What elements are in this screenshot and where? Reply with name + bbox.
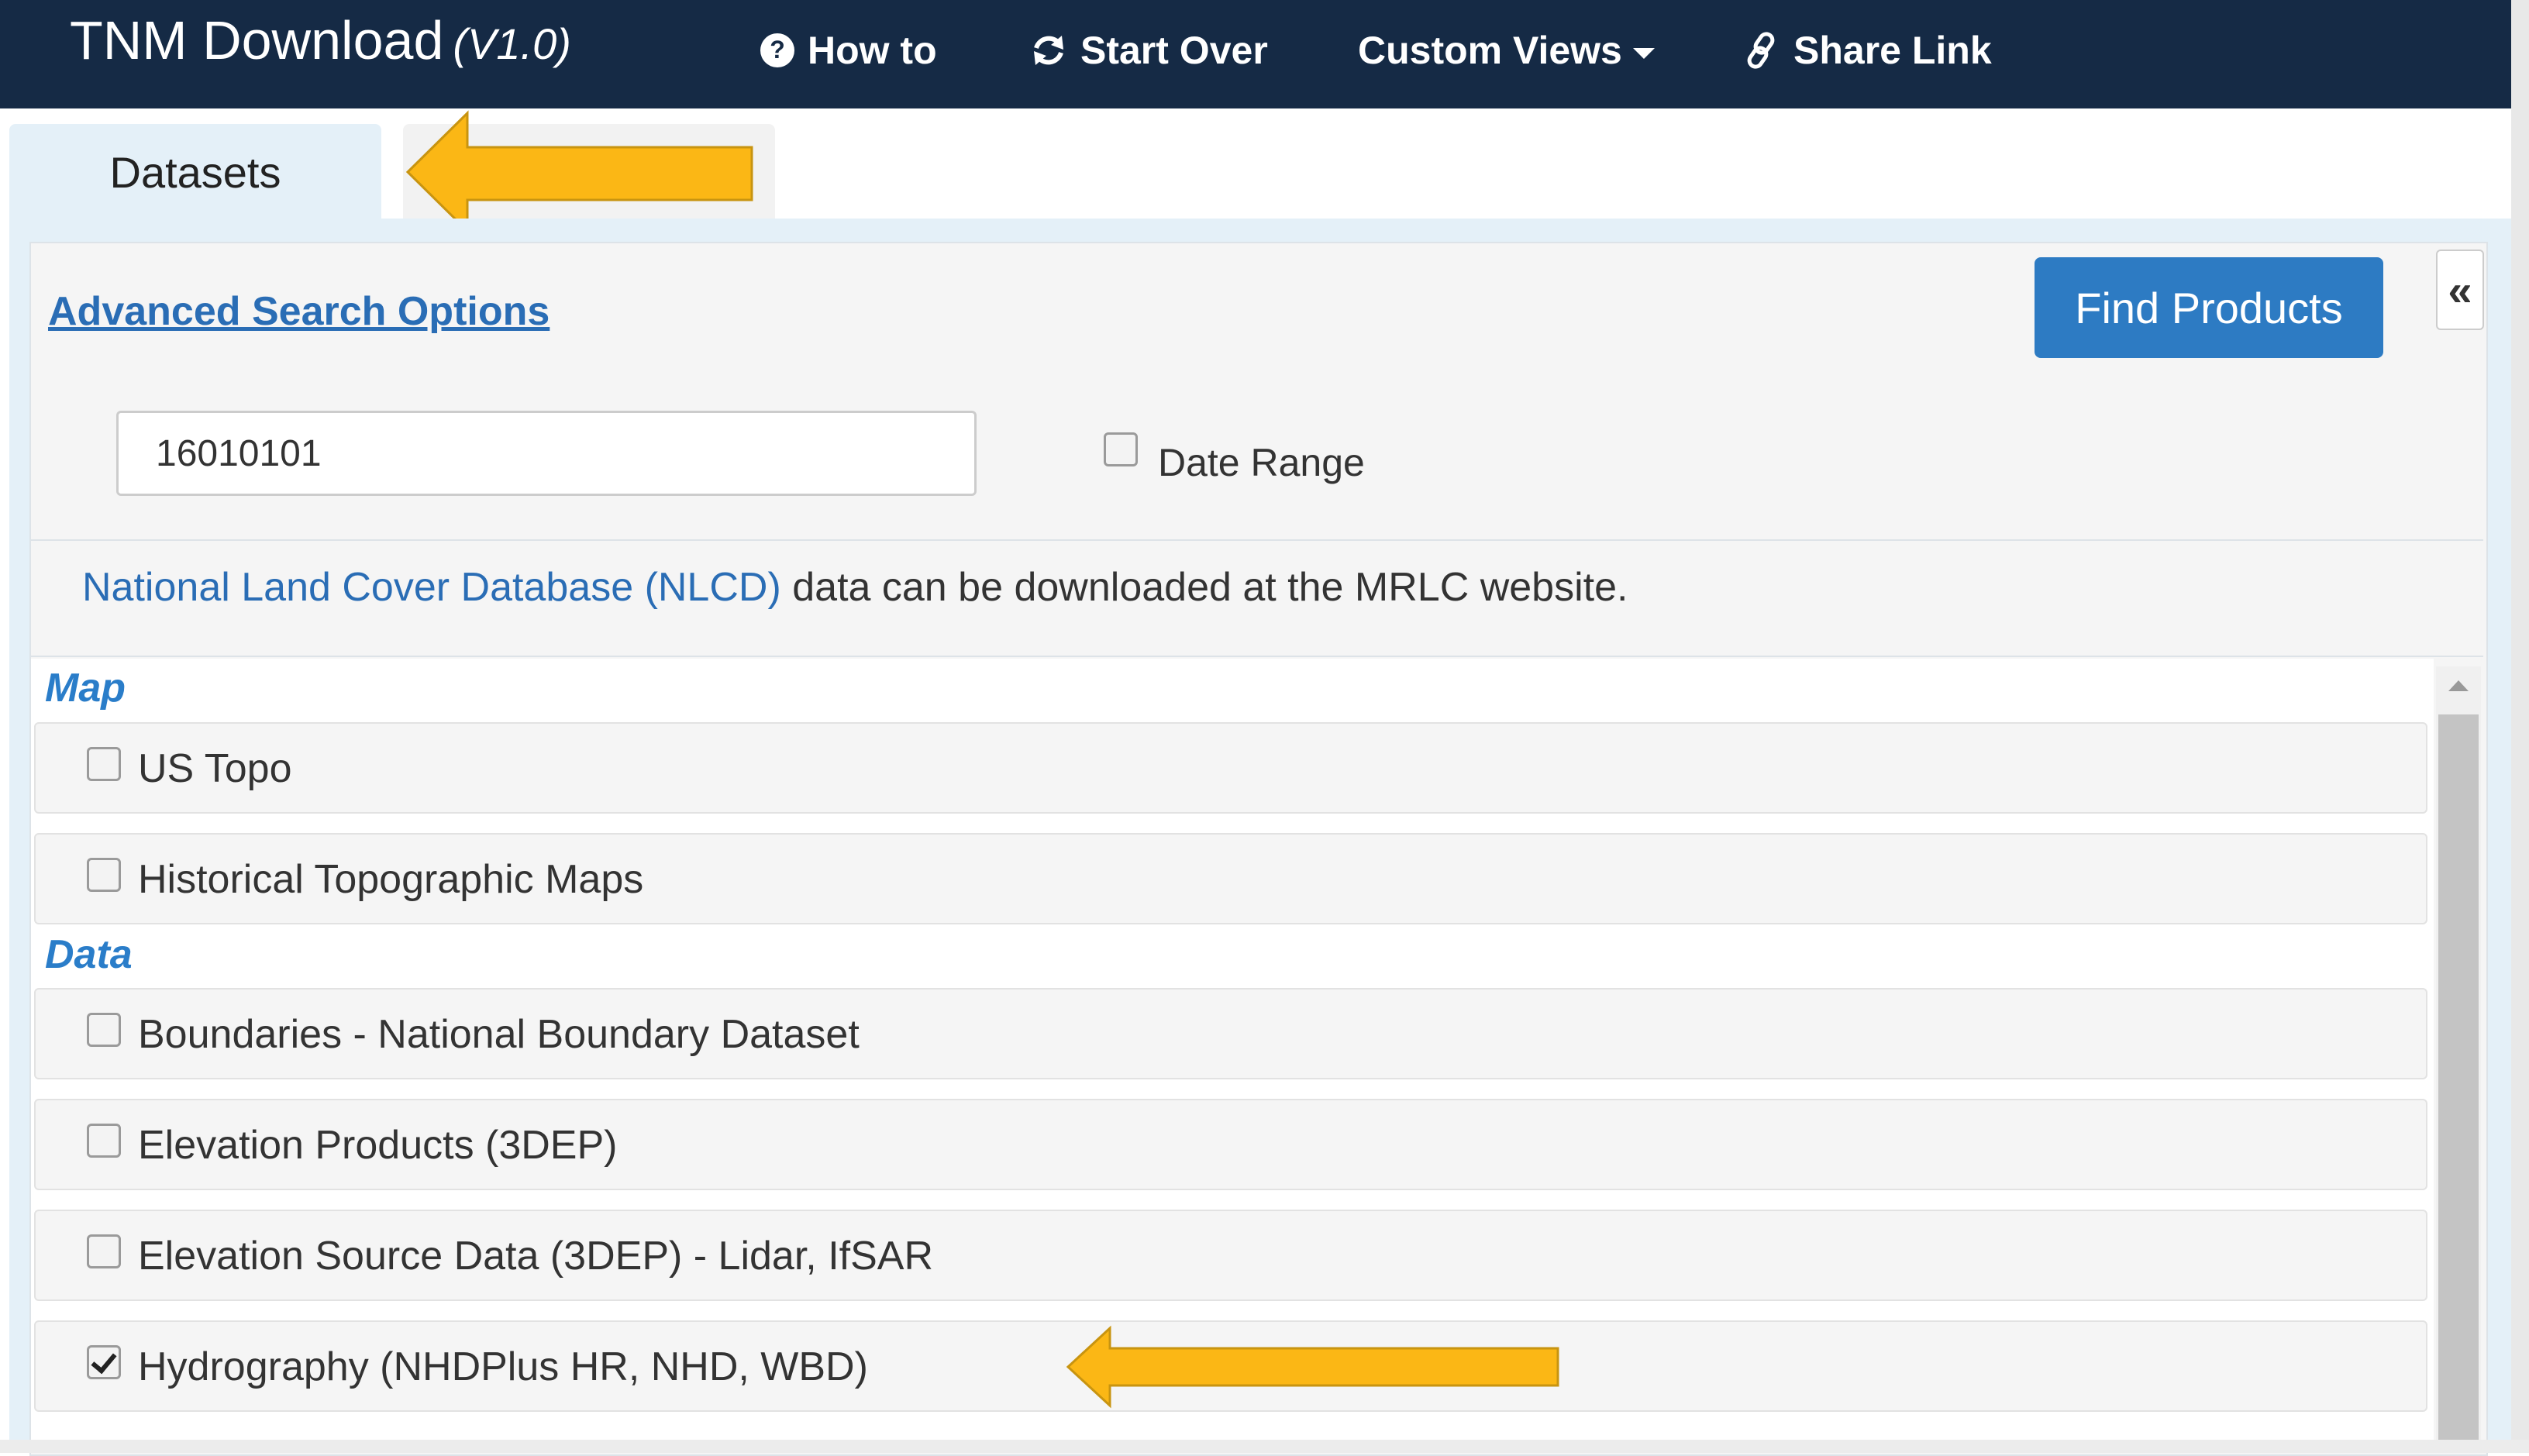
start-over-link[interactable]: Start Over xyxy=(1029,28,1268,73)
section-heading-data: Data xyxy=(45,932,133,977)
checkbox[interactable] xyxy=(87,1124,121,1158)
list-item[interactable]: Elevation Source Data (3DEP) - Lidar, If… xyxy=(34,1210,2427,1301)
date-range-label: Date Range xyxy=(1158,441,1365,484)
section-heading-map: Map xyxy=(45,666,126,711)
checkbox[interactable] xyxy=(87,747,121,781)
list-item[interactable]: Historical Topographic Maps xyxy=(34,833,2427,924)
start-over-label: Start Over xyxy=(1080,29,1268,72)
share-link-label: Share Link xyxy=(1793,29,1992,72)
tab-datasets[interactable]: Datasets xyxy=(9,124,381,221)
chevron-down-icon xyxy=(1632,48,1655,59)
custom-views-dropdown[interactable]: Custom Views xyxy=(1358,28,1655,73)
divider xyxy=(31,539,2483,541)
collapse-panel-button[interactable]: « xyxy=(2436,250,2484,330)
checkbox[interactable] xyxy=(87,1234,121,1268)
custom-views-label: Custom Views xyxy=(1358,29,1622,72)
list-item-label: Elevation Source Data (3DEP) - Lidar, If… xyxy=(138,1234,934,1279)
nlcd-link[interactable]: National Land Cover Database (NLCD) xyxy=(82,565,781,610)
list-item-label: Hydrography (NHDPlus HR, NHD, WBD) xyxy=(138,1344,868,1389)
checkbox[interactable] xyxy=(87,1013,121,1047)
app-title[interactable]: TNM Download (V1.0) xyxy=(70,9,571,71)
checkbox[interactable] xyxy=(87,858,121,892)
list-item-label: Elevation Products (3DEP) xyxy=(138,1123,618,1168)
scrollbar-thumb[interactable] xyxy=(2438,714,2479,1453)
search-input[interactable] xyxy=(116,411,977,496)
list-item[interactable]: Boundaries - National Boundary Dataset xyxy=(34,988,2427,1079)
app-title-text: TNM Download xyxy=(70,10,444,71)
list-item-label: US Topo xyxy=(138,746,292,791)
checkbox-checked[interactable] xyxy=(87,1345,121,1379)
how-to-link[interactable]: ? How to xyxy=(760,28,937,73)
divider xyxy=(31,656,2483,657)
find-products-label: Find Products xyxy=(2075,283,2343,332)
top-navbar: TNM Download (V1.0) ? How to Start Over C… xyxy=(0,0,2511,108)
app-version: (V1.0) xyxy=(453,19,571,68)
list-item-label: Boundaries - National Boundary Dataset xyxy=(138,1012,860,1057)
svg-text:?: ? xyxy=(770,36,785,64)
window-edge xyxy=(2511,0,2529,1453)
double-chevron-left-icon: « xyxy=(2448,265,2472,315)
annotation-arrow-tabs xyxy=(405,110,753,234)
link-icon xyxy=(1744,31,1781,70)
how-to-label: How to xyxy=(808,29,937,72)
scroll-up-arrow-icon[interactable] xyxy=(2448,680,2469,691)
advanced-search-link[interactable]: Advanced Search Options xyxy=(48,288,550,335)
annotation-arrow-hydrography xyxy=(1066,1325,1559,1409)
bottom-edge xyxy=(0,1440,2529,1453)
list-item-label: Historical Topographic Maps xyxy=(138,857,644,902)
find-products-button[interactable]: Find Products xyxy=(2035,257,2383,358)
date-range-checkbox[interactable] xyxy=(1104,432,1138,466)
list-item[interactable]: US Topo xyxy=(34,722,2427,814)
list-item[interactable]: Elevation Products (3DEP) xyxy=(34,1099,2427,1190)
nlcd-notice: National Land Cover Database (NLCD) data… xyxy=(82,564,1628,611)
question-circle-icon: ? xyxy=(760,33,795,68)
nlcd-text: data can be downloaded at the MRLC websi… xyxy=(780,565,1628,610)
share-link-button[interactable]: Share Link xyxy=(1744,28,1992,73)
refresh-icon xyxy=(1029,31,1068,70)
tab-datasets-label: Datasets xyxy=(109,148,281,197)
